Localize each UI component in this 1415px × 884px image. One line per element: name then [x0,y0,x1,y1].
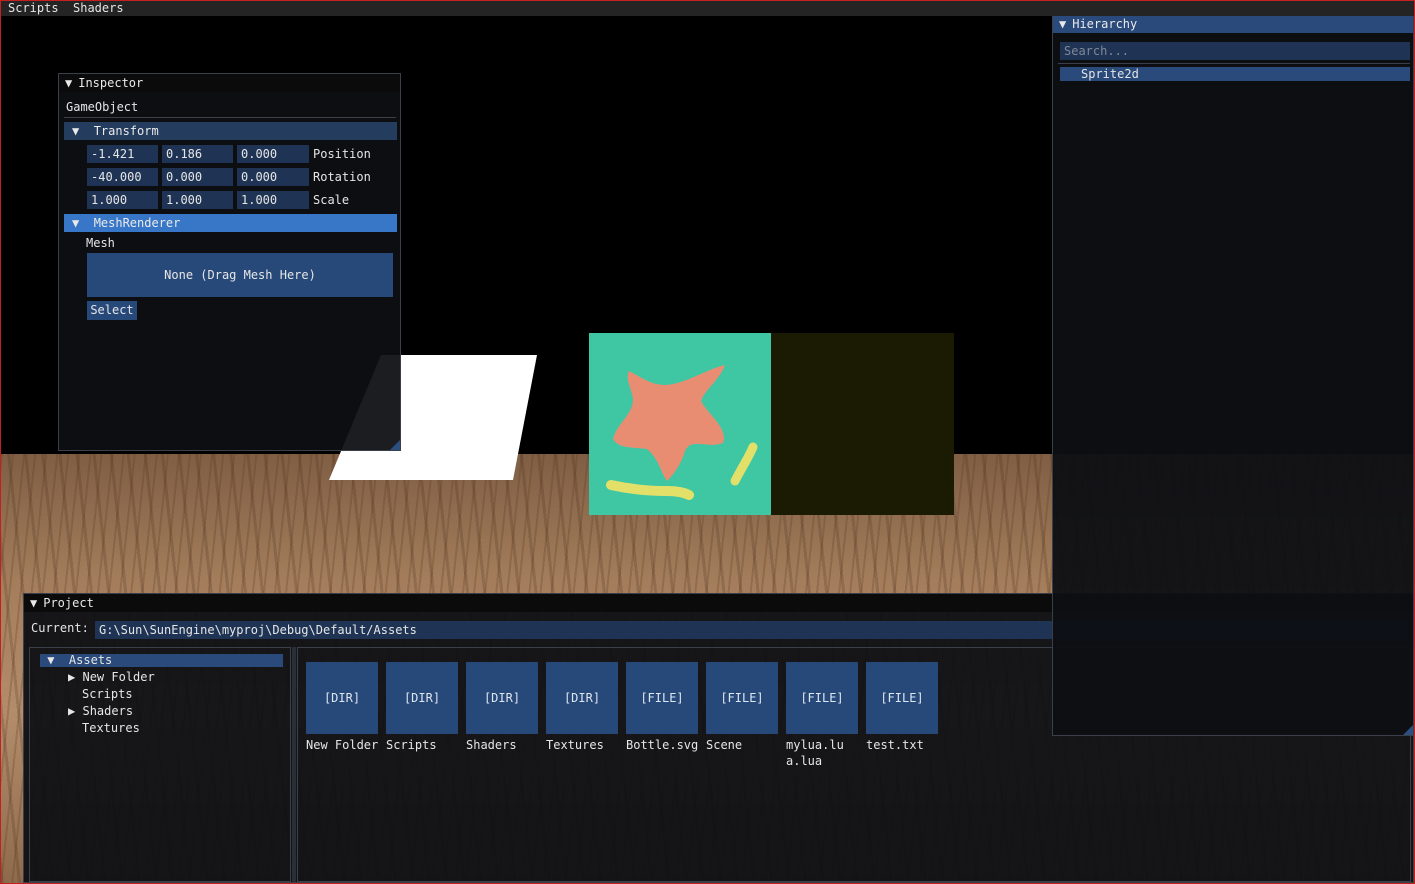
hierarchy-title-bar[interactable]: ▼ Hierarchy [1053,15,1413,33]
transform-header-label: Transform [93,124,159,138]
dark-plane-object [771,333,954,515]
transform-header[interactable]: ▼ Transform [64,122,397,140]
meshrenderer-header[interactable]: ▼ MeshRenderer [64,214,397,232]
sprite2d-object[interactable] [589,333,771,515]
collapse-triangle-icon[interactable]: ▼ [1059,17,1066,31]
menu-bar: Scripts Shaders [1,1,1414,16]
panel-splitter[interactable] [292,647,296,882]
asset-name-scripts: Scripts [386,738,437,752]
asset-tile-new-folder[interactable]: [DIR] [306,662,378,734]
scale-y-field[interactable]: 1.000 [162,191,233,209]
inspector-title: Inspector [78,76,144,90]
tree-item-scripts[interactable]: Scripts [82,686,133,702]
chevron-down-icon: ▼ [72,124,80,138]
resize-grip-icon[interactable] [390,440,400,450]
position-z-field[interactable]: 0.000 [237,145,309,163]
tree-item-textures[interactable]: Textures [82,720,140,736]
asset-tile-test-txt[interactable]: [FILE] [866,662,938,734]
tree-item-label: Assets [68,653,113,667]
folder-tree-panel: ▼ Assets ▶ New Folder Scripts ▶ Shaders … [29,647,291,882]
separator [1058,63,1410,64]
tree-item-new-folder[interactable]: ▶ New Folder [68,669,155,685]
hierarchy-window[interactable]: ▼ Hierarchy Search... Sprite2d [1052,14,1414,736]
scale-x-field[interactable]: 1.000 [87,191,158,209]
asset-name-textures: Textures [546,738,604,752]
scale-label: Scale [313,193,350,207]
asset-name-new-folder: New Folder [306,738,379,752]
position-y-field[interactable]: 0.186 [162,145,233,163]
position-label: Position [313,147,371,161]
menu-scripts[interactable]: Scripts [8,1,59,16]
asset-tile-mylua[interactable]: [FILE] [786,662,858,734]
hierarchy-item-sprite2d[interactable]: Sprite2d [1060,67,1410,81]
inspector-title-bar[interactable]: ▼ Inspector [59,74,400,92]
mesh-drop-target[interactable]: None (Drag Mesh Here) [87,253,393,297]
menu-shaders[interactable]: Shaders [73,1,124,16]
asset-name-shaders: Shaders [466,738,517,752]
tree-item-shaders[interactable]: ▶ Shaders [68,703,133,719]
asset-name-test-txt: test.txt [866,738,924,752]
tree-item-assets[interactable]: ▼ Assets [40,654,283,667]
position-x-field[interactable]: -1.421 [87,145,158,163]
chevron-down-icon: ▼ [72,216,80,230]
rotation-x-field[interactable]: -40.000 [87,168,158,186]
select-mesh-button[interactable]: Select [87,301,137,320]
scale-z-field[interactable]: 1.000 [237,191,309,209]
tree-item-label: New Folder [82,670,155,684]
mesh-label: Mesh [86,236,115,250]
meshrenderer-header-label: MeshRenderer [93,216,181,230]
asset-name-mylua: mylua.lua.lua [786,738,844,768]
chevron-down-icon: ▼ [47,653,55,667]
hierarchy-title: Hierarchy [1072,17,1138,31]
rotation-label: Rotation [313,170,371,184]
asset-tile-bottle-svg[interactable]: [FILE] [626,662,698,734]
inspector-window[interactable]: ▼ Inspector GameObject ▼ Transform -1.421… [58,73,401,451]
asset-tile-scene[interactable]: [FILE] [706,662,778,734]
asset-tile-shaders[interactable]: [DIR] [466,662,538,734]
collapse-triangle-icon[interactable]: ▼ [65,76,72,90]
rotation-z-field[interactable]: 0.000 [237,168,309,186]
separator [64,117,396,118]
object-name: GameObject [66,100,139,114]
project-title: Project [43,596,94,610]
asset-name-scene: Scene [706,738,743,752]
current-label: Current: [31,621,89,635]
hierarchy-search-input[interactable]: Search... [1060,42,1410,60]
tree-item-label: Shaders [82,704,134,718]
asset-tile-textures[interactable]: [DIR] [546,662,618,734]
collapse-triangle-icon[interactable]: ▼ [30,596,37,610]
asset-name-bottle-svg: Bottle.svg [626,738,699,752]
chevron-right-icon: ▶ [68,670,76,684]
rotation-y-field[interactable]: 0.000 [162,168,233,186]
resize-grip-icon[interactable] [1403,725,1413,735]
asset-tile-scripts[interactable]: [DIR] [386,662,458,734]
chevron-right-icon: ▶ [68,704,76,718]
